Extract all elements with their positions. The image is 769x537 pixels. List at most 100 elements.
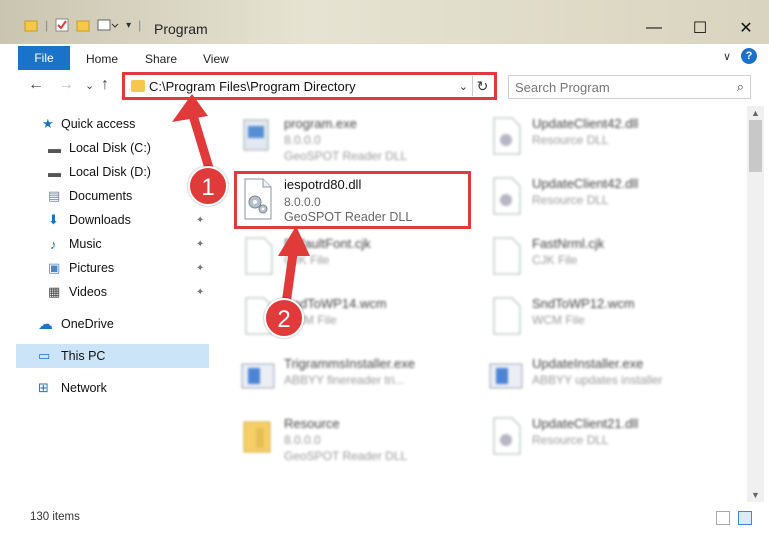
sidebar-item-label: Documents	[69, 189, 133, 203]
folder-icon[interactable]	[24, 18, 38, 32]
minimize-button[interactable]: —	[631, 14, 677, 42]
download-icon: ⬇	[48, 212, 59, 227]
details-view-icon[interactable]	[716, 511, 730, 525]
up-button[interactable]: ↑	[101, 76, 109, 94]
vertical-scrollbar[interactable]: ▲ ▼	[747, 106, 764, 502]
sidebar-item-downloads[interactable]: ⬇ Downloads ✦	[0, 208, 210, 232]
file-name: DefaultFont.cjk	[284, 236, 371, 251]
file-type: Resource DLL	[532, 133, 609, 147]
forward-button[interactable]: →	[58, 76, 74, 94]
file-name: UpdateClient21.dll	[532, 416, 639, 431]
address-path[interactable]: C:\Program Files\Program Directory	[149, 79, 356, 94]
properties-icon[interactable]	[55, 18, 69, 32]
back-button[interactable]: ←	[28, 76, 44, 94]
highlighted-file-iespotrd80[interactable]: iespotrd80.dll 8.0.0.0 GeoSPOT Reader DL…	[234, 171, 471, 229]
file-type: Resource DLL	[532, 193, 609, 207]
expand-ribbon-icon[interactable]: ∨	[723, 50, 731, 63]
item-count: 130 items	[30, 511, 80, 523]
music-icon: ♪	[50, 236, 57, 252]
pin-icon[interactable]: ✦	[196, 239, 204, 250]
file-version: 8.0.0.0	[284, 195, 321, 209]
dll-file-icon	[493, 117, 521, 155]
installer-icon	[489, 363, 523, 389]
file-name: Resource	[284, 416, 340, 431]
dll-file-icon	[244, 178, 272, 220]
sidebar-item-local-disk-c[interactable]: ▬ Local Disk (C:)	[0, 136, 210, 160]
tab-view[interactable]: View	[203, 52, 229, 66]
list-item[interactable]: Resource 8.0.0.0 GeoSPOT Reader DLL	[236, 410, 476, 466]
pin-icon[interactable]: ✦	[196, 287, 204, 298]
network-icon: ⊞	[38, 380, 49, 395]
refresh-button[interactable]: ↻	[472, 76, 492, 96]
file-name: TrigrammsInstaller.exe	[284, 356, 415, 371]
sidebar-item-onedrive[interactable]: ☁ OneDrive	[0, 312, 210, 336]
customize-toolbar-icon[interactable]	[97, 18, 119, 32]
folder-icon	[243, 421, 271, 453]
list-item[interactable]: UpdateClient42.dll Resource DLL	[484, 110, 724, 166]
separator: |	[45, 18, 49, 32]
installer-icon	[241, 363, 275, 389]
pin-icon[interactable]: ✦	[196, 263, 204, 274]
new-folder-icon[interactable]	[76, 18, 90, 32]
tab-home[interactable]: Home	[86, 52, 118, 66]
list-item[interactable]: FastNrml.cjk CJK File	[484, 230, 724, 286]
scrollbar-thumb[interactable]	[749, 120, 762, 172]
sidebar-item-label: OneDrive	[61, 317, 114, 331]
large-icons-view-icon[interactable]	[738, 511, 752, 525]
separator: |	[138, 18, 142, 32]
quick-access-toolbar: | ▾ |	[24, 18, 141, 32]
file-type: CJK File	[284, 253, 330, 267]
sidebar-item-label: Music	[69, 237, 102, 251]
tab-share[interactable]: Share	[145, 52, 177, 66]
drive-icon: ▬	[48, 164, 61, 180]
sidebar-item-local-disk-d[interactable]: ▬ Local Disk (D:)	[0, 160, 210, 184]
recent-locations-button[interactable]: ⌄	[85, 79, 94, 92]
cloud-icon: ☁	[38, 316, 53, 333]
file-description: GeoSPOT Reader DLL	[284, 210, 413, 224]
step-badge-1: 1	[188, 166, 228, 206]
sidebar-item-this-pc[interactable]: ▭ This PC	[16, 344, 209, 368]
search-input[interactable]	[515, 78, 725, 96]
pin-icon[interactable]: ✦	[196, 215, 204, 226]
toolbar-dropdown-icon[interactable]: ▾	[126, 20, 131, 31]
sidebar-item-documents[interactable]: ▤ Documents	[0, 184, 210, 208]
sidebar-item-music[interactable]: ♪ Music ✦	[0, 232, 210, 256]
list-item[interactable]: DefaultFont.cjk CJK File	[236, 230, 476, 286]
maximize-button[interactable]: ☐	[677, 14, 723, 42]
address-dropdown-icon[interactable]: ⌄	[459, 80, 468, 93]
tab-file[interactable]: File	[18, 46, 70, 70]
list-item[interactable]: program.exe 8.0.0.0 GeoSPOT Reader DLL	[236, 110, 476, 166]
file-name: UpdateInstaller.exe	[532, 356, 644, 371]
exe-file-icon	[243, 119, 269, 151]
scroll-down-icon[interactable]: ▼	[751, 490, 760, 500]
file-icon	[245, 237, 273, 275]
list-item[interactable]: UpdateClient42.dll Resource DLL	[484, 170, 724, 226]
dll-file-icon	[493, 177, 521, 215]
sidebar-item-network[interactable]: ⊞ Network	[0, 376, 210, 400]
window-controls: — ☐ ✕	[631, 14, 769, 42]
documents-icon: ▤	[48, 188, 61, 203]
file-version: 8.0.0.0	[284, 133, 321, 147]
file-description: GeoSPOT Reader DLL	[284, 149, 408, 163]
help-icon[interactable]: ?	[741, 48, 757, 64]
computer-icon: ▭	[38, 348, 51, 363]
address-bar[interactable]: C:\Program Files\Program Directory ⌄ ↻	[122, 72, 497, 100]
scroll-up-icon[interactable]: ▲	[751, 108, 760, 118]
file-description: ABBYY updates installer	[532, 373, 663, 387]
file-name: iespotrd80.dll	[284, 177, 362, 192]
search-box[interactable]: ⌕	[508, 75, 751, 99]
drive-icon: ▬	[48, 140, 61, 156]
sidebar-item-pictures[interactable]: ▣ Pictures ✦	[0, 256, 210, 280]
list-item[interactable]: SndToWP12.wcm WCM File	[484, 290, 724, 346]
list-item[interactable]: UpdateInstaller.exe ABBYY updates instal…	[484, 350, 724, 406]
file-name: SndToWP12.wcm	[532, 296, 635, 311]
sidebar-item-label: Quick access	[61, 117, 136, 131]
file-name: program.exe	[284, 116, 357, 131]
list-item[interactable]: TrigrammsInstaller.exe ABBYY finereader …	[236, 350, 476, 406]
list-item[interactable]: UpdateClient21.dll Resource DLL	[484, 410, 724, 466]
file-version: 8.0.0.0	[284, 433, 321, 447]
sidebar-item-videos[interactable]: ▦ Videos ✦	[0, 280, 210, 304]
sidebar-item-quick-access[interactable]: ★ Quick access	[0, 112, 210, 136]
folder-icon	[131, 80, 145, 92]
close-button[interactable]: ✕	[723, 14, 769, 42]
